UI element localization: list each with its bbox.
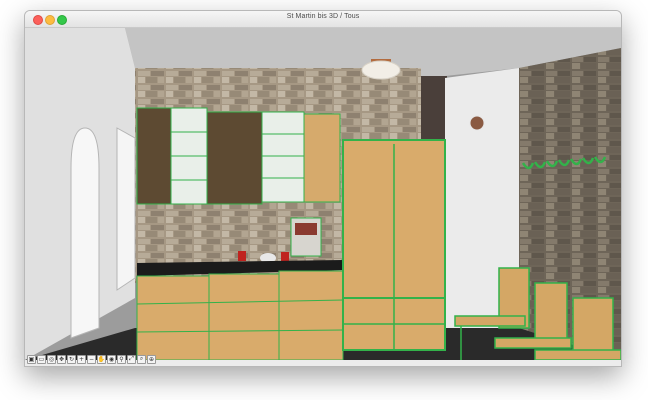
- tall-wardrobe: [342, 139, 446, 351]
- rectangular-window: [116, 127, 136, 291]
- pan-icon[interactable]: ✋: [97, 354, 106, 364]
- wall-clock: [469, 115, 485, 131]
- red-mug: [281, 252, 289, 261]
- view-icon[interactable]: ▣: [27, 354, 36, 364]
- 3d-viewport[interactable]: [25, 28, 621, 360]
- zoom-out-icon[interactable]: −: [87, 354, 96, 364]
- arched-window: [70, 127, 100, 339]
- upper-wall-cabinets: [136, 107, 341, 205]
- search-icon[interactable]: ⌕: [137, 354, 146, 364]
- view-toolbar: ▣ ▭ ◎ ✥ ↻ + − ✋ ◉ ⚲ ⤢ ⌕ ⊕: [25, 353, 187, 365]
- red-mug: [238, 251, 246, 261]
- orbit-icon[interactable]: ◉: [107, 354, 116, 364]
- camera-icon[interactable]: ◎: [47, 354, 56, 364]
- zoom-window-icon[interactable]: ⊕: [147, 354, 156, 364]
- window-title: St Martin bis 3D / Tous: [286, 13, 360, 20]
- zoom-in-icon[interactable]: +: [77, 354, 86, 364]
- walk-icon[interactable]: ⚲: [117, 354, 126, 364]
- coffee-machine: [290, 217, 322, 257]
- plan-icon[interactable]: ▭: [37, 354, 46, 364]
- rotate-icon[interactable]: ↻: [67, 354, 76, 364]
- title-bar: St Martin bis 3D / Tous: [25, 11, 621, 28]
- lower-drawer-cabinets: [136, 270, 344, 360]
- scene-render: [25, 28, 621, 360]
- fit-icon[interactable]: ⤢: [127, 354, 136, 364]
- move-icon[interactable]: ✥: [57, 354, 66, 364]
- app-window: St Martin bis 3D / Tous ▣ ▭ ◎ ✥ ↻ + − ✋ …: [24, 10, 622, 367]
